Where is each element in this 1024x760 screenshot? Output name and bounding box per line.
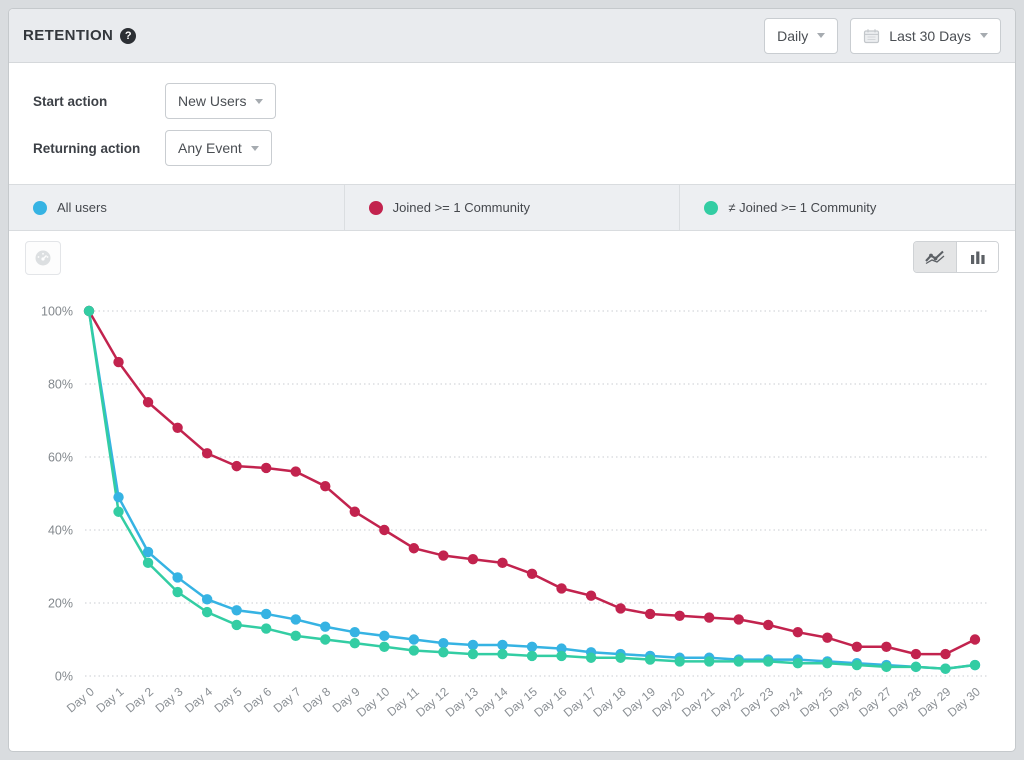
legend-label: All users (57, 200, 107, 215)
svg-text:Day 25: Day 25 (797, 684, 835, 719)
series-color-dot (369, 201, 383, 215)
svg-text:Day 29: Day 29 (915, 684, 953, 719)
svg-text:100%: 100% (41, 305, 73, 319)
svg-text:Day 6: Day 6 (241, 684, 274, 715)
line-chart-button[interactable] (914, 242, 956, 272)
svg-text:Day 19: Day 19 (620, 684, 658, 719)
svg-text:Day 7: Day 7 (271, 684, 304, 715)
series-legend-bar: All users Joined >= 1 Community ≠ Joined… (9, 184, 1015, 231)
svg-text:Day 22: Day 22 (709, 684, 747, 719)
svg-text:0%: 0% (55, 670, 73, 684)
series-color-dot (33, 201, 47, 215)
start-action-row: Start action New Users (33, 83, 991, 119)
svg-text:Day 28: Day 28 (886, 684, 924, 719)
gauge-icon (33, 248, 53, 268)
legend-label: Joined >= 1 Community (393, 200, 530, 215)
svg-text:Day 2: Day 2 (123, 684, 156, 715)
calendar-icon (863, 28, 880, 44)
start-action-dropdown[interactable]: New Users (165, 83, 276, 119)
svg-text:Day 27: Day 27 (856, 684, 894, 719)
chart-panel: 0%20%40%60%80%100%Day 0Day 1Day 2Day 3Da… (9, 231, 1015, 748)
bar-chart-button[interactable] (956, 242, 998, 272)
start-action-label: Start action (33, 94, 165, 109)
svg-text:60%: 60% (48, 451, 73, 465)
filters-panel: Start action New Users Returning action … (9, 63, 1015, 184)
svg-text:40%: 40% (48, 524, 73, 538)
returning-action-label: Returning action (33, 141, 165, 156)
svg-text:Day 30: Day 30 (945, 684, 983, 719)
gauge-button[interactable] (25, 241, 61, 275)
svg-text:Day 14: Day 14 (472, 684, 510, 719)
help-icon[interactable]: ? (120, 28, 136, 44)
svg-text:Day 26: Day 26 (827, 684, 865, 719)
report-header: RETENTION ? Daily Last 30 D (9, 9, 1015, 63)
svg-text:Day 3: Day 3 (153, 684, 186, 715)
chevron-down-icon (817, 33, 825, 38)
svg-text:Day 5: Day 5 (212, 684, 245, 715)
legend-item-not-joined-community[interactable]: ≠ Joined >= 1 Community (680, 185, 1015, 230)
chevron-down-icon (255, 99, 263, 104)
svg-text:Day 15: Day 15 (502, 684, 540, 719)
retention-report-card: RETENTION ? Daily Last 30 D (8, 8, 1016, 752)
retention-chart: 0%20%40%60%80%100%Day 0Day 1Day 2Day 3Da… (25, 281, 1001, 743)
chart-controls (25, 241, 999, 281)
svg-text:Day 23: Day 23 (738, 684, 776, 719)
svg-text:Day 13: Day 13 (443, 684, 481, 719)
returning-action-value: Any Event (178, 140, 242, 156)
page-title: RETENTION (23, 27, 113, 44)
svg-text:80%: 80% (48, 378, 73, 392)
svg-text:Day 8: Day 8 (300, 684, 333, 715)
svg-text:Day 0: Day 0 (64, 684, 97, 715)
granularity-value: Daily (777, 28, 808, 44)
svg-text:Day 4: Day 4 (182, 684, 215, 715)
svg-text:Day 24: Day 24 (768, 684, 806, 719)
legend-label: ≠ Joined >= 1 Community (728, 200, 876, 215)
svg-text:Day 18: Day 18 (590, 684, 628, 719)
chevron-down-icon (980, 33, 988, 38)
date-range-dropdown[interactable]: Last 30 Days (850, 18, 1001, 54)
svg-text:Day 1: Day 1 (93, 684, 126, 715)
series-color-dot (704, 201, 718, 215)
chevron-down-icon (251, 146, 259, 151)
header-controls: Daily Last 30 Days (764, 18, 1001, 54)
svg-text:20%: 20% (48, 597, 73, 611)
returning-action-dropdown[interactable]: Any Event (165, 130, 272, 166)
returning-action-row: Returning action Any Event (33, 130, 991, 166)
svg-text:Day 10: Day 10 (354, 684, 392, 719)
date-range-value: Last 30 Days (889, 28, 971, 44)
line-chart-icon (924, 249, 946, 265)
legend-item-joined-community[interactable]: Joined >= 1 Community (345, 185, 681, 230)
svg-text:Day 16: Day 16 (531, 684, 569, 719)
svg-text:Day 21: Day 21 (679, 684, 717, 719)
start-action-value: New Users (178, 93, 246, 109)
svg-text:Day 20: Day 20 (649, 684, 687, 719)
chart-type-toggle (913, 241, 999, 273)
svg-text:Day 17: Day 17 (561, 684, 599, 719)
bar-chart-icon (970, 250, 986, 265)
granularity-dropdown[interactable]: Daily (764, 18, 838, 54)
legend-item-all-users[interactable]: All users (9, 185, 345, 230)
svg-text:Day 12: Day 12 (413, 684, 451, 719)
